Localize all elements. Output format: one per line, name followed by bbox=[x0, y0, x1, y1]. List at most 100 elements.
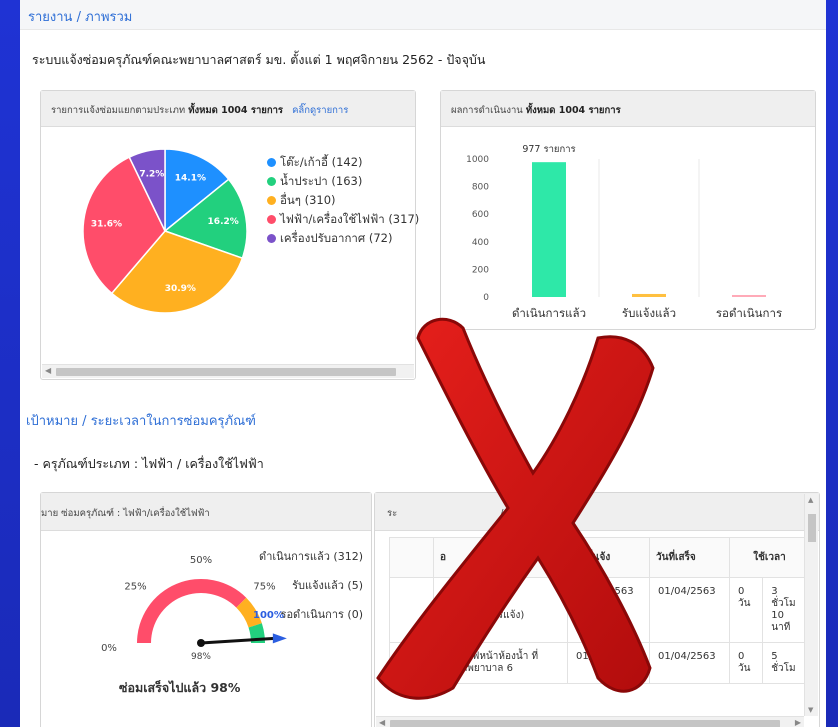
cell-time: 3 ชั่วโม 10 นาที bbox=[762, 577, 810, 643]
cell-finished: 01/04/2563 bbox=[649, 577, 730, 643]
slide-frame-right bbox=[826, 0, 838, 727]
cell-item: หลอดไฟหน้าห้องน้ำ ที่ หอพักพยาบาล 6 bbox=[433, 642, 568, 684]
cell-days: 0 วัน bbox=[728, 642, 764, 684]
gauge-band bbox=[137, 579, 247, 643]
col-no-header bbox=[389, 537, 434, 578]
pie-card-total: ทั้งหมด 1004 รายการ bbox=[188, 105, 284, 116]
scrollbar-thumb[interactable] bbox=[56, 368, 396, 376]
pie-legend-label: เครื่องปรับอากาศ (72) bbox=[280, 230, 393, 245]
bar-data-label: 977 รายการ bbox=[522, 144, 575, 155]
gauge-card-header: มาย ซ่อมครุภัณฑ์ : ไฟฟ้า/เครื่องใช้ไฟฟ้า bbox=[41, 493, 371, 531]
bar[interactable] bbox=[532, 162, 566, 297]
pie-legend-item[interactable]: น้ำประปา (163) bbox=[267, 172, 419, 191]
table-card-header: ระ /เครื่องใช้ไฟฟ้า bbox=[375, 493, 819, 531]
y-tick-label: 400 bbox=[472, 238, 489, 248]
scroll-down-icon[interactable]: ▼ bbox=[808, 706, 813, 714]
repair-table-card: ระ /เครื่องใช้ไฟฟ้า อ วันที่แจ้ง วันที่เ… bbox=[374, 492, 820, 727]
pie-legend-item[interactable]: โต๊ะ/เก้าอี้ (142) bbox=[267, 153, 419, 172]
pie-slice-label: 16.2% bbox=[208, 217, 239, 227]
dashboard-page: รายงาน / ภาพรวม ระบบแจ้งซ่อมครุภัณฑ์คณะพ… bbox=[20, 0, 826, 727]
table-card-title-left: ระ bbox=[387, 508, 398, 519]
cell-no: 2 bbox=[389, 642, 434, 684]
y-tick-label: 200 bbox=[472, 265, 489, 275]
horizontal-scrollbar[interactable]: ◀ bbox=[42, 364, 414, 378]
pie-legend-label: น้ำประปา (163) bbox=[280, 173, 363, 188]
pie-card-header: รายการแจ้งซ่อมแยกตามประเภท ทั้งหมด 1004 … bbox=[41, 91, 415, 127]
legend-dot-icon bbox=[267, 215, 276, 224]
section-subtitle: - ครุภัณฑ์ประเภท : ไฟฟ้า / เครื่องใช้ไฟฟ… bbox=[34, 456, 264, 471]
pie-legend: โต๊ะ/เก้าอี้ (142) น้ำประปา (163) อื่นๆ (3… bbox=[267, 153, 419, 248]
table-card-title: ระ /เครื่องใช้ไฟฟ้า bbox=[387, 506, 563, 521]
table-header-row: อ วันที่แจ้ง วันที่เสร็จ ใช้เวลา bbox=[389, 537, 810, 578]
cell-days: 0 วัน bbox=[728, 577, 764, 643]
cell-time: 5 ชั่วโม bbox=[762, 642, 810, 684]
bar[interactable] bbox=[632, 293, 666, 297]
breadcrumb[interactable]: รายงาน / ภาพรวม bbox=[28, 6, 132, 27]
col-duration-header: ใช้เวลา bbox=[729, 537, 810, 578]
cell-notified: 01/04/2563 bbox=[567, 642, 650, 684]
cell-item: หลอดไฟ พยาบาล 6 ไฟไม่ติด (โทรแจ้ง) bbox=[433, 577, 568, 643]
bar-chart-card: ผลการดำเนินงาน ทั้งหมด 1004 รายการ 0 200 4… bbox=[440, 90, 816, 330]
pie-legend-label: ไฟฟ้า/เครื่องใช้ไฟฟ้า (317) bbox=[280, 211, 420, 226]
slide-frame-left bbox=[0, 0, 20, 727]
table-scroll-right-icon[interactable]: ▶ bbox=[795, 718, 801, 727]
legend-dot-icon bbox=[267, 234, 276, 243]
pie-legend-item[interactable]: เครื่องปรับอากาศ (72) bbox=[267, 229, 419, 248]
pie-card-title-prefix: รายการแจ้งซ่อมแยกตามประเภท bbox=[51, 105, 186, 116]
page-headline: ระบบแจ้งซ่อมครุภัณฑ์คณะพยาบาลศาสตร์ มข. … bbox=[32, 52, 486, 67]
gauge-max-label: 100% bbox=[253, 610, 284, 621]
status-received: รับแจ้งแล้ว (5) bbox=[292, 579, 363, 592]
repair-table: อ วันที่แจ้ง วันที่เสร็จ ใช้เวลา หลอดไฟ … bbox=[389, 537, 810, 684]
cell-finished: 01/04/2563 bbox=[649, 642, 730, 684]
y-tick-label: 800 bbox=[472, 183, 489, 193]
pie-card-title: รายการแจ้งซ่อมแยกตามประเภท ทั้งหมด 1004 … bbox=[51, 103, 348, 118]
x-category-label: ดำเนินการแล้ว bbox=[512, 306, 586, 320]
col-item-header: อ bbox=[433, 537, 568, 578]
legend-dot-icon bbox=[267, 158, 276, 167]
table-scrollbar-thumb[interactable] bbox=[390, 720, 780, 727]
y-tick-label: 600 bbox=[472, 210, 489, 220]
bar[interactable] bbox=[732, 295, 766, 297]
gauge-tick-label: 0% bbox=[101, 643, 117, 654]
table-row[interactable]: 2 หลอดไฟหน้าห้องน้ำ ที่ หอพักพยาบาล 6 01/0… bbox=[389, 642, 810, 684]
pie-legend-item[interactable]: ไฟฟ้า/เครื่องใช้ไฟฟ้า (317) bbox=[267, 210, 419, 229]
gauge-caption: ซ่อมเสร็จไปแล้ว 98% bbox=[119, 680, 241, 695]
vertical-scrollbar-thumb[interactable] bbox=[808, 514, 816, 542]
gauge-needle-hub bbox=[197, 639, 205, 647]
x-category-label: รับแจ้งแล้ว bbox=[622, 306, 676, 320]
bar-card-title: ผลการดำเนินงาน ทั้งหมด 1004 รายการ bbox=[451, 103, 621, 118]
bar-card-header: ผลการดำเนินงาน ทั้งหมด 1004 รายการ bbox=[441, 91, 815, 127]
table-card-title-right: /เครื่องใช้ไฟฟ้า bbox=[500, 508, 564, 519]
pie-slice-label: 31.6% bbox=[91, 219, 122, 229]
bar-card-total: ทั้งหมด 1004 รายการ bbox=[525, 105, 621, 116]
y-tick-label: 1000 bbox=[466, 155, 489, 165]
cell-notified: 01/04/2563 bbox=[567, 577, 650, 643]
x-category-label: รอดำเนินการ bbox=[716, 306, 782, 320]
legend-dot-icon bbox=[267, 196, 276, 205]
pie-legend-label: โต๊ะ/เก้าอี้ (142) bbox=[280, 154, 363, 169]
pie-legend-item[interactable]: อื่นๆ (310) bbox=[267, 191, 419, 210]
vertical-scrollbar[interactable]: ▲ ▼ bbox=[804, 494, 818, 716]
status-done: ดำเนินการแล้ว (312) bbox=[259, 550, 363, 563]
y-tick-label: 0 bbox=[483, 293, 489, 303]
scroll-up-icon[interactable]: ▲ bbox=[808, 496, 813, 504]
pie-slice-label: 7.2% bbox=[139, 169, 164, 179]
table-scroll-left-icon[interactable]: ◀ bbox=[379, 718, 385, 727]
pie-slice-label: 14.1% bbox=[175, 174, 206, 184]
table-horizontal-scrollbar[interactable]: ◀ ▶ bbox=[376, 716, 804, 727]
scroll-left-icon[interactable]: ◀ bbox=[45, 366, 51, 375]
pie-legend-label: อื่นๆ (310) bbox=[280, 192, 336, 207]
legend-dot-icon bbox=[267, 177, 276, 186]
bar-card-title-prefix: ผลการดำเนินงาน bbox=[451, 105, 523, 116]
view-list-link[interactable]: คลิ๊กดูรายการ bbox=[292, 105, 348, 116]
gauge-card-title: มาย ซ่อมครุภัณฑ์ : ไฟฟ้า/เครื่องใช้ไฟฟ้า bbox=[41, 508, 210, 519]
gauge-card: มาย ซ่อมครุภัณฑ์ : ไฟฟ้า/เครื่องใช้ไฟฟ้า… bbox=[40, 492, 372, 727]
table-row[interactable]: หลอดไฟ พยาบาล 6 ไฟไม่ติด (โทรแจ้ง) 01/04/… bbox=[389, 577, 810, 643]
section-title: เป้าหมาย / ระยะเวลาในการซ่อมครุภัณฑ์ bbox=[26, 414, 256, 429]
gauge-tick-label: 25% bbox=[124, 582, 146, 593]
gauge-needle-label: 98% bbox=[191, 652, 211, 662]
breadcrumb-bar: รายงาน / ภาพรวม bbox=[20, 0, 826, 30]
gauge-tick-label: 50% bbox=[190, 555, 212, 566]
bar-chart: 0 200 400 600 800 1000 977 รายการดำเนินการแล้ว… bbox=[466, 144, 782, 320]
col-notified-header: วันที่แจ้ง bbox=[567, 537, 650, 578]
